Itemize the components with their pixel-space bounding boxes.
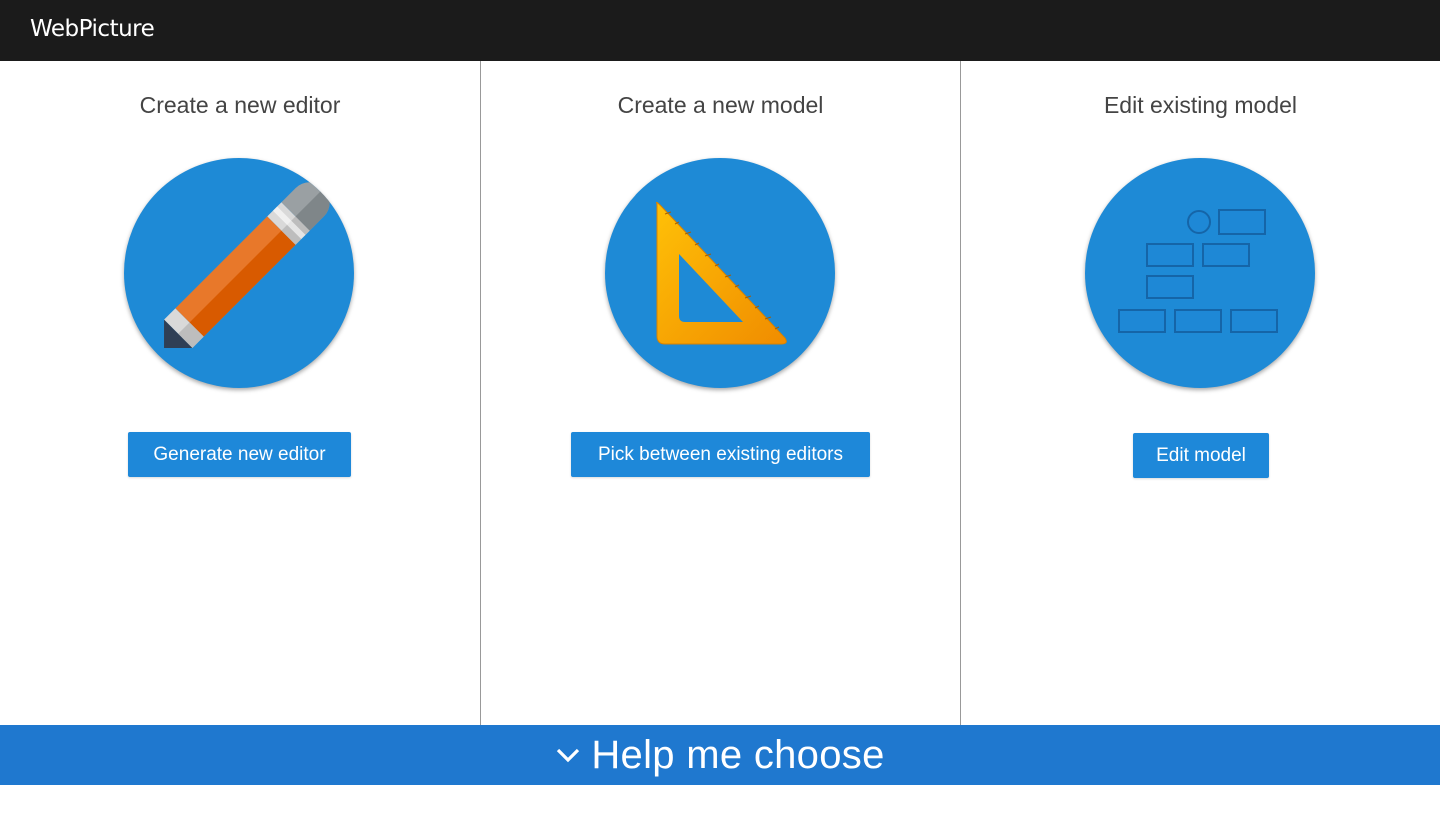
bottom-area <box>0 785 1440 835</box>
help-me-choose-bar[interactable]: Help me choose <box>0 725 1440 785</box>
pencil-icon <box>124 158 354 388</box>
edit-model-title: Edit existing model <box>1103 92 1298 118</box>
create-model-panel: Create a new model Pick between existing… <box>480 61 960 725</box>
top-bar: Web Pi cture <box>0 0 1440 61</box>
edit-model-button[interactable]: Edit model <box>1133 433 1269 478</box>
webpicture-logo[interactable]: Web Pi cture <box>30 12 155 46</box>
option-columns: Create a new editor Generate new editor … <box>0 61 1440 725</box>
logo-text-web: Web <box>30 16 79 42</box>
model-diagram-icon <box>1085 158 1315 388</box>
create-model-title: Create a new model <box>617 92 824 118</box>
set-square-ruler-icon <box>605 158 835 388</box>
create-editor-title: Create a new editor <box>139 92 341 118</box>
generate-new-editor-button[interactable]: Generate new editor <box>128 432 351 477</box>
edit-model-panel: Edit existing model Edit model <box>960 61 1440 725</box>
create-editor-panel: Create a new editor Generate new editor <box>0 61 480 725</box>
chevron-down-icon <box>557 748 580 763</box>
logo-text-cture: cture <box>97 16 155 42</box>
pick-existing-editors-button[interactable]: Pick between existing editors <box>571 432 870 477</box>
help-me-choose-label: Help me choose <box>591 732 885 777</box>
logo-text-pi: Pi <box>73 12 104 46</box>
